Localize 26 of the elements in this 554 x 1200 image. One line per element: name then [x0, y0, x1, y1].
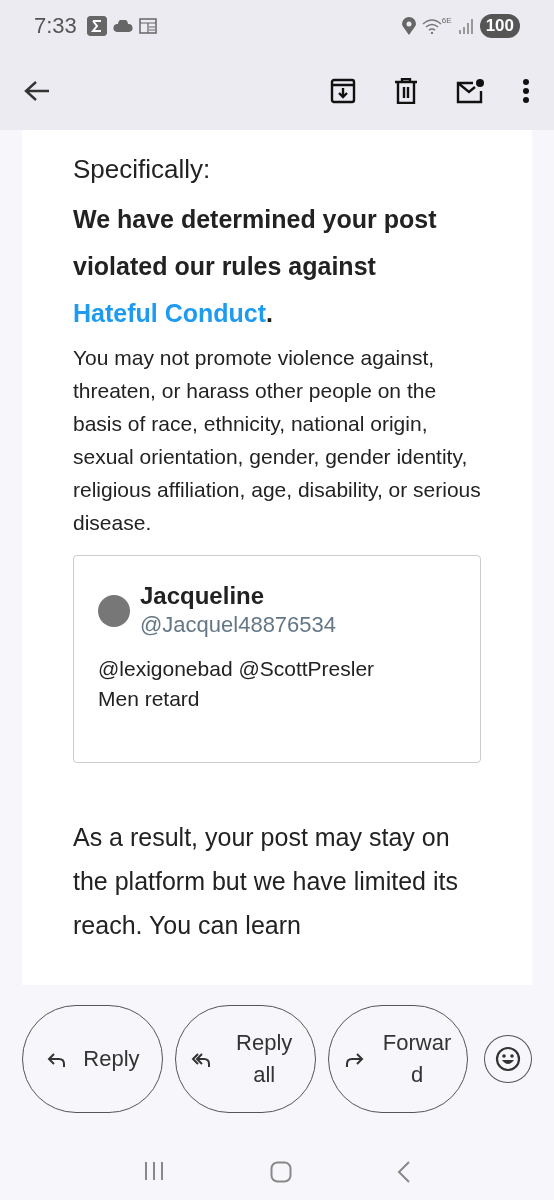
wifi-icon	[421, 18, 442, 34]
avatar-icon	[98, 595, 130, 627]
body-text: As a result, your post may stay on the platform but we have limited its reach. You can learn	[73, 822, 459, 941]
battery-level: 100	[479, 14, 520, 38]
location-icon	[401, 17, 416, 35]
network-label: 6E	[441, 16, 452, 25]
archive-icon[interactable]	[330, 78, 356, 104]
signal-icon	[457, 18, 474, 34]
post-text: @lexigonebad @ScottPresler Men retard	[98, 656, 376, 712]
home-icon[interactable]	[270, 1161, 292, 1183]
trash-icon[interactable]	[394, 78, 418, 104]
cloud-icon	[112, 20, 133, 32]
more-menu-icon[interactable]	[522, 78, 530, 104]
back-icon[interactable]	[397, 1161, 412, 1183]
unread-mail-icon[interactable]	[456, 78, 484, 104]
calendar-icon	[138, 18, 157, 34]
sigma-icon	[86, 16, 107, 36]
clock-time: 7:33	[34, 13, 77, 39]
author-name: Jacqueline	[140, 582, 266, 610]
back-arrow-icon[interactable]	[24, 80, 50, 102]
body-text: Specifically:	[73, 153, 212, 186]
smiley-icon	[495, 1046, 522, 1072]
policy-text: You may not promote violence against, threaten, or harass other people on the basis of race, ethnicity, national origin, sexual orientation, gender, gender identity, religious affiliation, age, disability, or serious disease.	[73, 345, 481, 536]
violation-heading: We have determined your post violated our rules against Hateful Conduct.	[73, 204, 438, 329]
recents-icon[interactable]	[142, 1161, 165, 1181]
author-handle: @Jacquel48876534	[140, 611, 337, 639]
